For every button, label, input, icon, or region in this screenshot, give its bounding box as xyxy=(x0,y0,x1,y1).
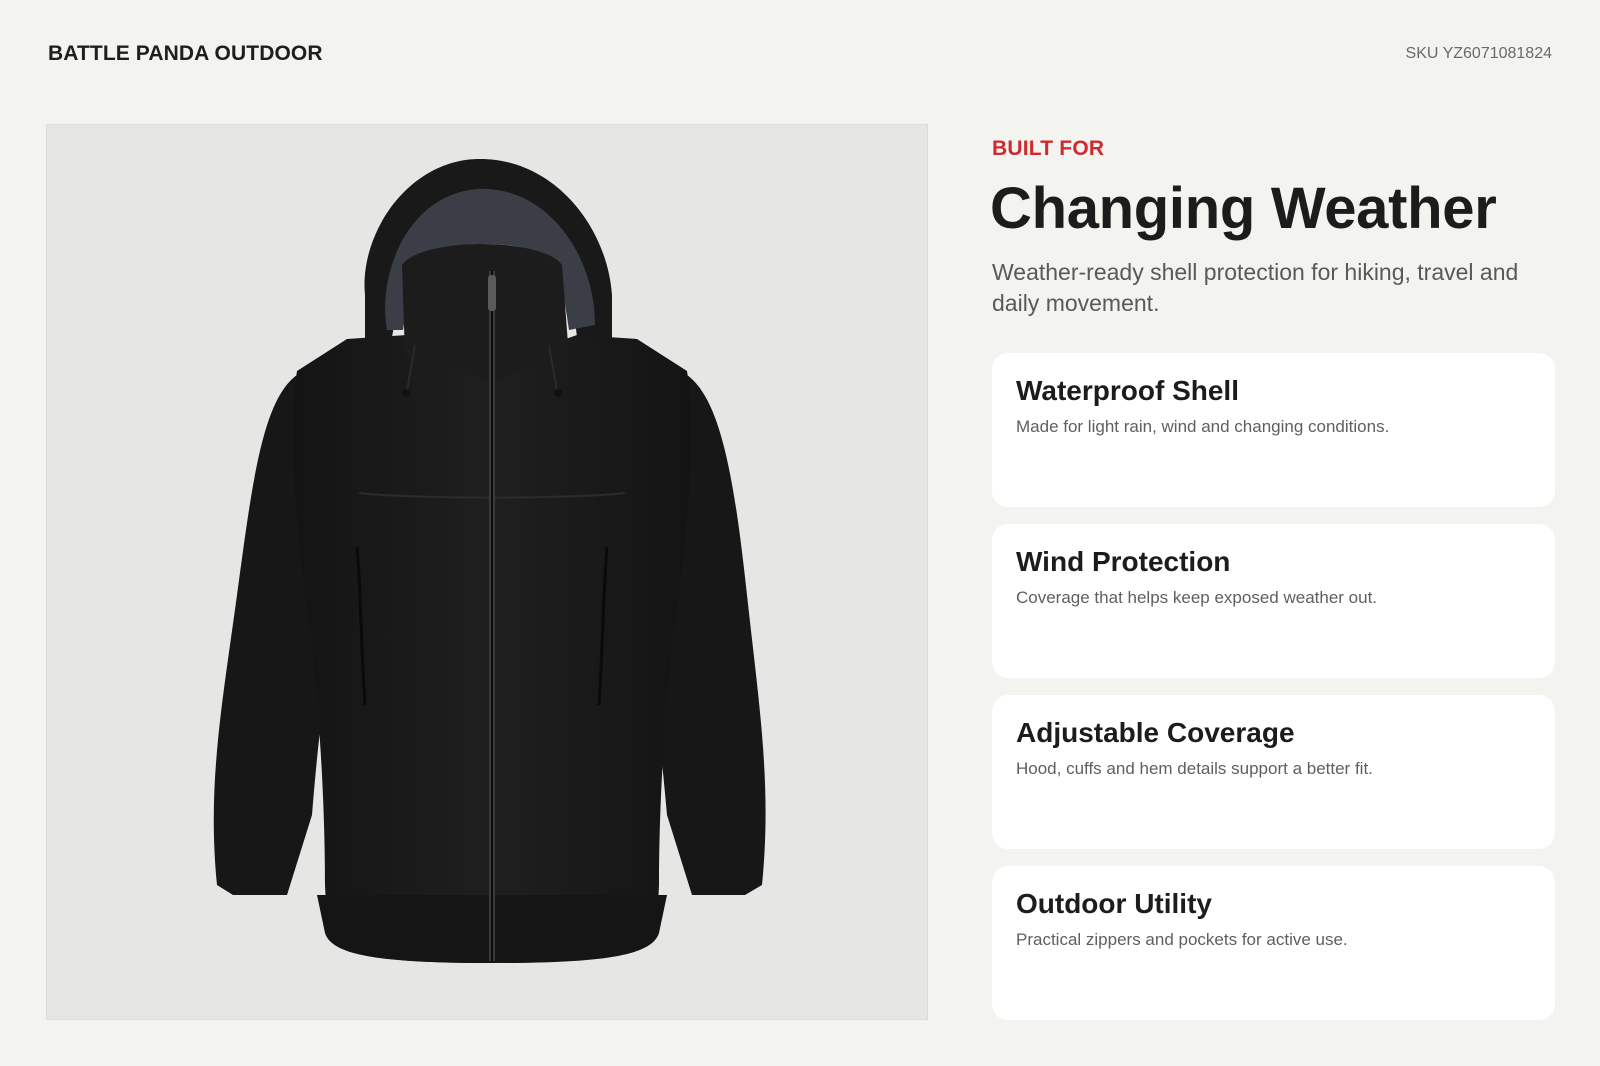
feature-title: Wind Protection xyxy=(1016,546,1231,577)
feature-title: Outdoor Utility xyxy=(1016,888,1212,919)
page-title: Changing Weather xyxy=(990,176,1497,241)
eyebrow-label: BUILT FOR xyxy=(992,137,1105,160)
brand-name: BATTLE PANDA OUTDOOR xyxy=(48,42,323,65)
feature-description: Practical zippers and pockets for active… xyxy=(1016,930,1348,949)
page-subtitle: Weather-ready shell protection for hikin… xyxy=(992,259,1519,316)
feature-title: Adjustable Coverage xyxy=(1016,717,1295,748)
jacket-illustration xyxy=(213,158,766,963)
sku-label: SKU YZ6071081824 xyxy=(1405,45,1552,62)
feature-list: Waterproof Shell Made for light rain, wi… xyxy=(992,353,1555,1037)
product-image xyxy=(46,124,928,1020)
feature-title: Waterproof Shell xyxy=(1016,375,1239,406)
feature-card-wind-protection: Wind Protection Coverage that helps keep… xyxy=(992,524,1555,678)
zipper-pull xyxy=(488,275,496,311)
jacket-collar xyxy=(402,244,569,381)
feature-description: Coverage that helps keep exposed weather… xyxy=(1016,588,1378,607)
feature-description: Hood, cuffs and hem details support a be… xyxy=(1016,759,1373,778)
feature-card-adjustable-coverage: Adjustable Coverage Hood, cuffs and hem … xyxy=(992,695,1555,849)
feature-description: Made for light rain, wind and changing c… xyxy=(1016,417,1390,436)
feature-card-waterproof-shell: Waterproof Shell Made for light rain, wi… xyxy=(992,353,1555,507)
feature-card-outdoor-utility: Outdoor Utility Practical zippers and po… xyxy=(992,866,1555,1020)
